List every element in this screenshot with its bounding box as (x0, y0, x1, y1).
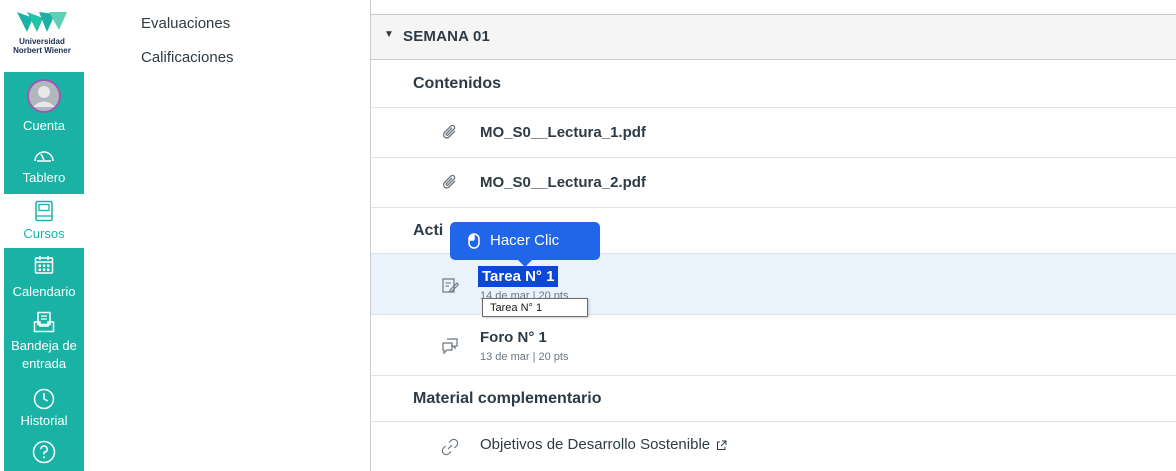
discussion-icon (442, 338, 458, 355)
paperclip-icon (442, 174, 456, 189)
nav-calendar-label: Calendario (12, 284, 76, 299)
module-item-meta: 13 de mar | 20 pts (480, 351, 569, 363)
external-link-icon (717, 440, 727, 450)
nav-inbox-label-line1: Bandeja de (11, 338, 77, 353)
caret-down-icon[interactable]: ▼ (384, 29, 394, 40)
subheader-contents-title: Contenidos (413, 75, 501, 92)
module-item-forum1[interactable]: Foro N° 1 13 de mar | 20 pts (371, 315, 1176, 376)
paperclip-icon (442, 124, 456, 139)
callout-arrow (518, 260, 532, 267)
click-hint-callout: Hacer Clic (450, 222, 600, 267)
inbox-icon (33, 311, 55, 333)
subheader-contents: Contenidos (371, 60, 1176, 108)
module-header[interactable]: ▼ SEMANA 01 (371, 14, 1176, 60)
course-nav-calificaciones[interactable]: Calificaciones (141, 49, 234, 66)
logo-text-line1: Universidad (19, 37, 65, 46)
nav-courses[interactable]: Cursos (4, 194, 84, 248)
subheader-supplementary-title: Material complementario (413, 390, 602, 407)
course-navigation: Evaluaciones Calificaciones (84, 0, 370, 471)
nav-dashboard[interactable]: Tablero (4, 140, 84, 194)
module-item-title[interactable]: Objetivos de Desarrollo Sostenible (480, 436, 710, 453)
link-icon (441, 438, 459, 456)
calendar-icon (34, 256, 54, 274)
courses-book-icon (35, 200, 53, 222)
nav-inbox-label-line2: entrada (21, 356, 67, 371)
dashboard-gauge-icon (34, 151, 54, 162)
help-question-icon (32, 440, 56, 464)
avatar-icon (27, 79, 61, 113)
module-item-external-link[interactable]: Objetivos de Desarrollo Sostenible (371, 422, 1176, 471)
nav-history[interactable]: Historial (4, 382, 84, 434)
university-logo[interactable]: Universidad Norbert Wiener (0, 0, 84, 72)
history-clock-icon (33, 388, 55, 410)
module-item-reading2[interactable]: MO_S0__Lectura_2.pdf (371, 158, 1176, 208)
subheader-supplementary: Material complementario (371, 376, 1176, 422)
nav-history-label: Historial (20, 413, 68, 428)
nav-courses-label: Cursos (23, 226, 65, 241)
mouse-icon (468, 233, 480, 249)
logo-text-line2: Norbert Wiener (13, 46, 71, 55)
nav-account[interactable]: Cuenta (4, 72, 84, 140)
hover-title-tooltip: Tarea N° 1 (482, 298, 588, 317)
assignment-icon (442, 278, 459, 293)
module-item-title-selected[interactable]: Tarea N° 1 (477, 266, 559, 287)
nav-account-label: Cuenta (23, 118, 65, 133)
module-item-reading1[interactable]: MO_S0__Lectura_1.pdf (371, 108, 1176, 158)
nav-help[interactable] (4, 434, 84, 471)
logo-mark-icon (17, 12, 67, 32)
subheader-activities-title: Acti (413, 222, 444, 239)
module-title: SEMANA 01 (403, 28, 491, 45)
module-item-title[interactable]: Foro N° 1 (480, 329, 547, 346)
click-hint-label: Hacer Clic (490, 232, 560, 249)
nav-inbox[interactable]: Bandeja de entrada (4, 304, 84, 382)
global-navigation: Universidad Norbert Wiener Cuenta Tabler… (0, 0, 84, 471)
module-item-title[interactable]: MO_S0__Lectura_2.pdf (480, 174, 646, 191)
nav-dashboard-label: Tablero (22, 170, 66, 185)
module-item-title[interactable]: MO_S0__Lectura_1.pdf (480, 124, 646, 141)
course-nav-evaluaciones[interactable]: Evaluaciones (141, 15, 230, 32)
nav-calendar[interactable]: Calendario (4, 248, 84, 304)
